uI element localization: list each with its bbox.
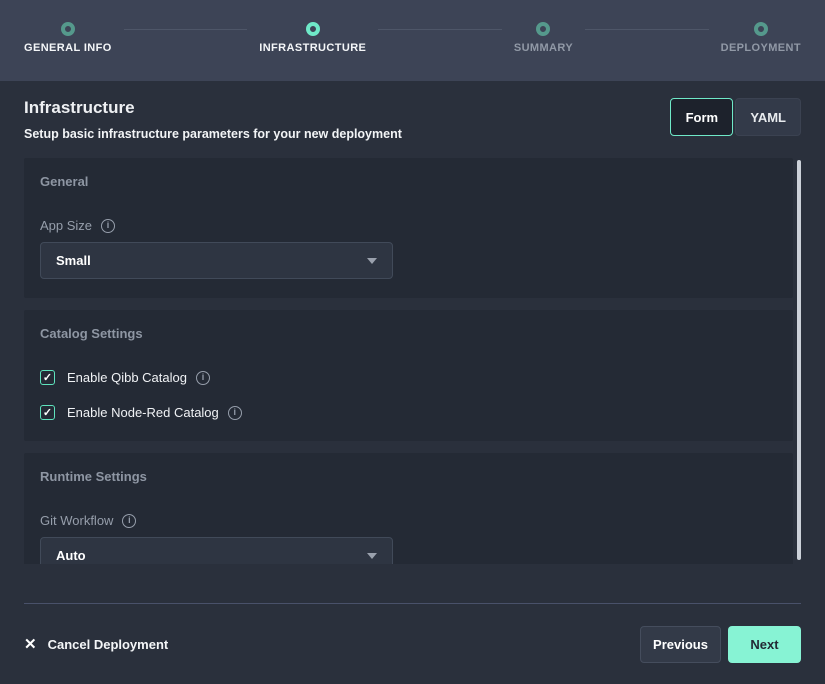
section-general: General App Size i Small <box>24 158 793 298</box>
step-circle-icon <box>536 22 550 36</box>
field-label-text: Git Workflow <box>40 513 113 528</box>
section-runtime-settings: Runtime Settings Git Workflow i Auto <box>24 453 793 564</box>
section-title: General <box>40 174 777 189</box>
chevron-down-icon <box>367 553 377 559</box>
cancel-label: Cancel Deployment <box>48 637 169 652</box>
yaml-view-button[interactable]: YAML <box>735 98 801 136</box>
section-title: Runtime Settings <box>40 469 777 484</box>
step-circle-icon <box>306 22 320 36</box>
select-value: Small <box>56 253 91 268</box>
close-icon: ✕ <box>24 635 37 653</box>
select-value: Auto <box>56 548 86 563</box>
step-infrastructure[interactable]: INFRASTRUCTURE <box>259 22 366 54</box>
info-icon[interactable]: i <box>196 371 210 385</box>
app-size-label: App Size i <box>40 218 777 233</box>
app-size-select[interactable]: Small <box>40 242 393 279</box>
form-view-button[interactable]: Form <box>670 98 733 136</box>
title-block: Infrastructure Setup basic infrastructur… <box>24 98 402 141</box>
step-circle-icon <box>754 22 768 36</box>
checkbox-label-text: Enable Qibb Catalog <box>67 370 187 385</box>
field-label-text: App Size <box>40 218 92 233</box>
checkbox-checked-icon[interactable]: ✓ <box>40 370 55 385</box>
previous-button[interactable]: Previous <box>640 626 721 663</box>
wizard-header: GENERAL INFO INFRASTRUCTURE SUMMARY DEPL… <box>0 0 825 81</box>
view-toggle: Form YAML <box>670 98 801 136</box>
node-red-catalog-checkbox-row[interactable]: ✓ Enable Node-Red Catalog i <box>40 405 777 420</box>
page-title: Infrastructure <box>24 98 402 118</box>
stepper: GENERAL INFO INFRASTRUCTURE SUMMARY DEPL… <box>24 22 801 54</box>
vertical-scrollbar[interactable] <box>797 160 801 560</box>
git-workflow-select[interactable]: Auto <box>40 537 393 564</box>
chevron-down-icon <box>367 258 377 264</box>
title-row: Infrastructure Setup basic infrastructur… <box>0 81 825 141</box>
step-label: DEPLOYMENT <box>721 42 801 54</box>
footer: ✕ Cancel Deployment Previous Next <box>0 604 825 684</box>
step-general-info[interactable]: GENERAL INFO <box>24 22 112 54</box>
step-label: INFRASTRUCTURE <box>259 42 366 54</box>
step-connector <box>124 29 248 30</box>
checkbox-label: Enable Qibb Catalog i <box>67 370 210 385</box>
git-workflow-label: Git Workflow i <box>40 513 777 528</box>
info-icon[interactable]: i <box>122 514 136 528</box>
info-icon[interactable]: i <box>101 219 115 233</box>
info-icon[interactable]: i <box>228 406 242 420</box>
checkbox-checked-icon[interactable]: ✓ <box>40 405 55 420</box>
step-connector <box>378 29 502 30</box>
step-deployment[interactable]: DEPLOYMENT <box>721 22 801 54</box>
step-label: SUMMARY <box>514 42 573 54</box>
qibb-catalog-checkbox-row[interactable]: ✓ Enable Qibb Catalog i <box>40 370 777 385</box>
checkbox-label: Enable Node-Red Catalog i <box>67 405 242 420</box>
form-scroll-area: General App Size i Small Catalog Setting… <box>24 158 801 564</box>
next-button[interactable]: Next <box>728 626 801 663</box>
checkbox-label-text: Enable Node-Red Catalog <box>67 405 219 420</box>
section-catalog-settings: Catalog Settings ✓ Enable Qibb Catalog i… <box>24 310 793 441</box>
step-circle-icon <box>61 22 75 36</box>
step-connector <box>585 29 709 30</box>
footer-buttons: Previous Next <box>640 626 801 663</box>
step-label: GENERAL INFO <box>24 42 112 54</box>
cancel-deployment-button[interactable]: ✕ Cancel Deployment <box>24 635 168 653</box>
section-title: Catalog Settings <box>40 326 777 341</box>
step-summary[interactable]: SUMMARY <box>514 22 573 54</box>
page-subtitle: Setup basic infrastructure parameters fo… <box>24 127 402 141</box>
